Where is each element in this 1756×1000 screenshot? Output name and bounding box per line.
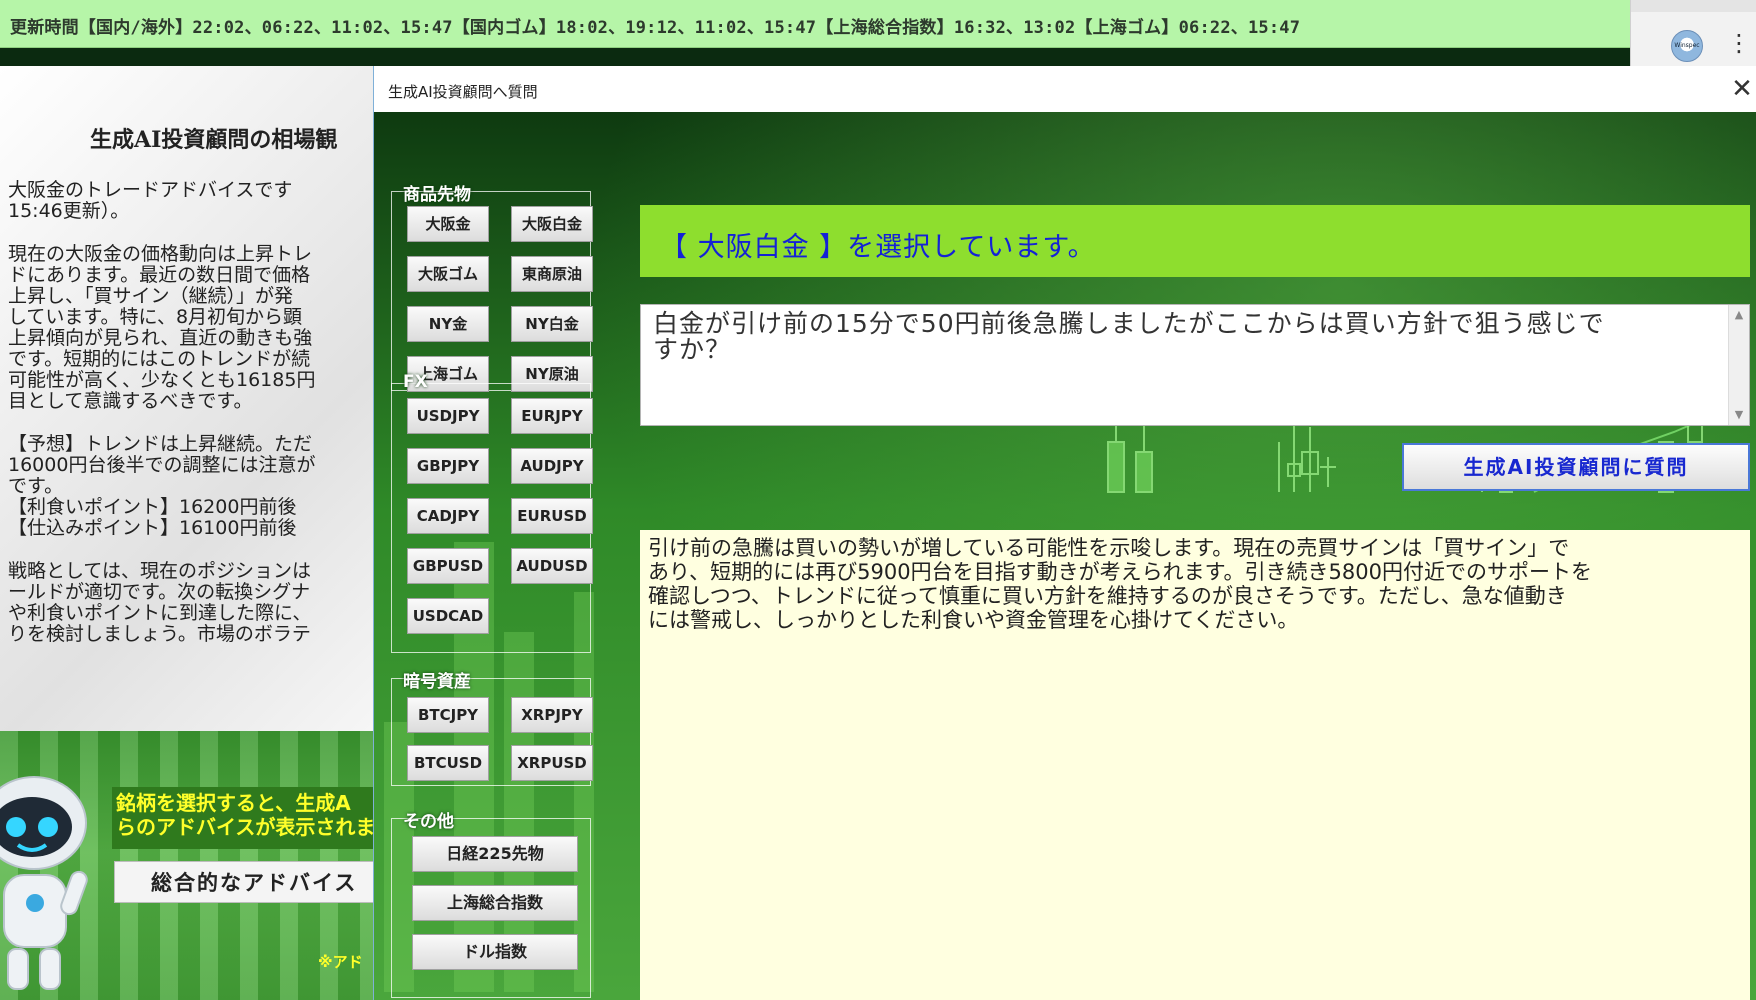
market-view-panel: 生成AI投資顧問の相場観 大阪金のトレードアドバイスです 15:46更新）。 現…	[0, 66, 374, 731]
market-view-paragraph: 戦略としては、現在のポジションは ールドが適切です。次の転換シグナ や利食いポイ…	[8, 560, 312, 645]
market-view-paragraph: 大阪金のトレードアドバイスです 15:46更新）。	[8, 180, 293, 222]
market-view-title: 生成AI投資顧問の相場観	[90, 127, 338, 153]
selected-symbol-text: 【 大阪白金 】を選択しています。	[660, 232, 1096, 263]
symbol-button-shanghai-composite[interactable]: 上海総合指数	[412, 885, 578, 921]
symbol-button-ny-platinum[interactable]: NY白金	[511, 306, 593, 342]
answer-text: 引け前の急騰は買いの勢いが増している可能性を示唆します。現在の売買サインは「買サ…	[648, 536, 1592, 632]
fx-group-label: FX	[403, 372, 428, 392]
banner-text: 銘柄を選択すると、生成A らのアドバイスが表示されま	[116, 791, 374, 839]
scroll-up-icon[interactable]: ▲	[1729, 305, 1749, 325]
symbol-button-btcjpy[interactable]: BTCJPY	[407, 697, 489, 733]
corner-strip	[1631, 0, 1756, 12]
advice-area: 銘柄を選択すると、生成A らのアドバイスが表示されま 総合的なアドバイス ※アド	[0, 731, 374, 1000]
dialog-titlebar: 生成AI投資顧問へ質問 ✕	[374, 66, 1756, 112]
commodity-group-label: 商品先物	[403, 185, 471, 205]
update-time-bar: 更新時間【国内/海外】22:02、06:22、11:02、15:47【国内ゴム】…	[0, 0, 1630, 48]
dialog-title: 生成AI投資顧問へ質問	[388, 83, 538, 101]
symbol-button-nikkei225[interactable]: 日経225先物	[412, 836, 578, 872]
selected-symbol-bar: 【 大阪白金 】を選択しています。	[640, 205, 1750, 277]
question-text[interactable]: 白金が引け前の15分で50円前後急騰しましたがここからは買い方針で狙う感じで す…	[653, 311, 1718, 363]
market-view-body: 大阪金のトレードアドバイスです 15:46更新）。 現在の大阪金の価格動向は上昇…	[8, 180, 374, 725]
symbol-button-eurusd[interactable]: EURUSD	[511, 498, 593, 534]
answer-output: 引け前の急騰は買いの勢いが増している可能性を示唆します。現在の売買サインは「買サ…	[640, 530, 1750, 1000]
crypto-group-label: 暗号資産	[403, 672, 471, 692]
symbol-button-osaka-gold[interactable]: 大阪金	[407, 206, 489, 242]
question-input[interactable]: 白金が引け前の15分で50円前後急騰しましたがここからは買い方針で狙う感じで す…	[640, 304, 1750, 426]
overall-advice-button[interactable]: 総合的なアドバイス	[114, 861, 374, 903]
scroll-down-icon[interactable]: ▼	[1729, 405, 1749, 425]
select-symbol-banner: 銘柄を選択すると、生成A らのアドバイスが表示されま	[112, 787, 374, 849]
browser-corner: Winspec ⋮	[1630, 0, 1756, 66]
symbol-button-dollar-index[interactable]: ドル指数	[412, 934, 578, 970]
update-time-text: 更新時間【国内/海外】22:02、06:22、11:02、15:47【国内ゴム】…	[10, 18, 1301, 38]
symbol-button-audjpy[interactable]: AUDJPY	[511, 448, 593, 484]
other-group-label: その他	[403, 812, 454, 832]
close-icon[interactable]: ✕	[1727, 72, 1756, 106]
winspec-extension-icon[interactable]: Winspec	[1671, 30, 1703, 62]
kebab-menu-icon[interactable]: ⋮	[1727, 28, 1751, 58]
symbol-button-gbpjpy[interactable]: GBPJPY	[407, 448, 489, 484]
symbol-button-osaka-platinum[interactable]: 大阪白金	[511, 206, 593, 242]
symbol-button-ny-gold[interactable]: NY金	[407, 306, 489, 342]
symbol-button-gbpusd[interactable]: GBPUSD	[407, 548, 489, 584]
market-view-paragraph: 現在の大阪金の価格動向は上昇トレ ドにあります。最近の数日間で価格 上昇し、「買…	[8, 243, 316, 412]
symbol-button-eurjpy[interactable]: EURJPY	[511, 398, 593, 434]
symbol-button-xrpjpy[interactable]: XRPJPY	[511, 697, 593, 733]
dialog-body: 商品先物 大阪金 大阪白金 大阪ゴム 東商原油 NY金 NY白金 上海ゴム NY…	[374, 112, 1756, 1000]
question-scrollbar[interactable]: ▲ ▼	[1728, 305, 1749, 425]
advice-note: ※アド	[318, 953, 363, 971]
robot-mascot-icon	[0, 776, 88, 990]
symbol-button-btcusd[interactable]: BTCUSD	[407, 745, 489, 781]
symbol-button-osaka-rubber[interactable]: 大阪ゴム	[407, 256, 489, 292]
symbol-button-xrpusd[interactable]: XRPUSD	[511, 745, 593, 781]
symbol-button-usdcad[interactable]: USDCAD	[407, 598, 489, 634]
ask-advisor-button[interactable]: 生成AI投資顧問に質問	[1402, 443, 1750, 491]
symbol-button-cadjpy[interactable]: CADJPY	[407, 498, 489, 534]
symbol-button-usdjpy[interactable]: USDJPY	[407, 398, 489, 434]
symbol-button-tocom-crude[interactable]: 東商原油	[511, 256, 593, 292]
market-view-paragraph: 【予想】トレンドは上昇継続。ただ 16000円台後半での調整には注意が です。 …	[8, 433, 316, 539]
symbol-button-audusd[interactable]: AUDUSD	[511, 548, 593, 584]
ask-advisor-dialog: 生成AI投資顧問へ質問 ✕ 商品先物 大阪金 大阪白金 大阪ゴム 東商原油 NY…	[373, 66, 1756, 1000]
